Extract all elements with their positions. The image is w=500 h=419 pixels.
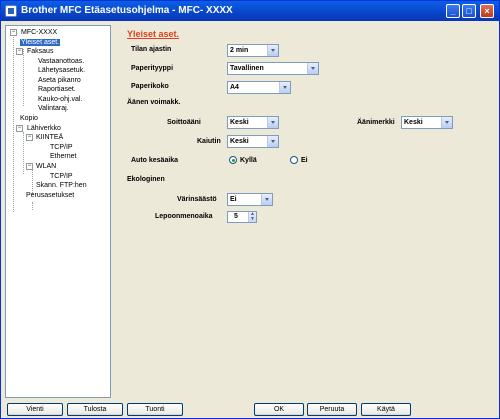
mode-timer-label: Tilan ajastin (131, 46, 172, 53)
paper-size-label: Paperikoko (131, 83, 169, 90)
tree-item-scan-to-ftp[interactable]: Skann. FTP:hen (36, 181, 87, 190)
tree-line (32, 202, 33, 210)
mode-timer-select[interactable]: 2 min (227, 44, 279, 57)
app-icon (5, 5, 17, 17)
collapse-icon[interactable]: − (26, 163, 33, 170)
tree-item-copy[interactable]: Kopio (20, 114, 38, 123)
ring-volume-select[interactable]: Keski (227, 116, 279, 129)
toner-save-select[interactable]: Ei (227, 193, 273, 206)
maximize-button[interactable]: □ (462, 4, 476, 18)
tree-item-report-setup[interactable]: Raportiaset. (38, 85, 76, 94)
sleep-time-label: Lepoonmenoaika (155, 213, 213, 220)
chevron-down-icon[interactable] (267, 117, 278, 128)
beeper-volume-label: Äänimerkki (357, 119, 395, 126)
chevron-down-icon[interactable] (307, 63, 318, 74)
export-button[interactable]: Vienti (7, 403, 63, 416)
tree-item-receive-setup[interactable]: Vastaanottoas. (38, 57, 84, 66)
tree-item-remote-options[interactable]: Kauko-ohj.val. (38, 95, 82, 104)
collapse-icon[interactable]: − (16, 48, 23, 55)
chevron-down-icon[interactable] (267, 136, 278, 147)
settings-panel: Yleiset aset. Tilan ajastin 2 min Paperi… (115, 25, 495, 398)
collapse-icon[interactable]: − (10, 29, 17, 36)
tree-item-wired-tcpip[interactable]: TCP/IP (50, 143, 73, 152)
tree-line (13, 35, 14, 212)
ring-volume-label: Soittoääni (167, 119, 201, 126)
import-button[interactable]: Tuonti (127, 403, 183, 416)
auto-dst-no-label[interactable]: Ei (301, 157, 308, 164)
toner-save-label: Värinsäästö (177, 196, 217, 203)
tree-item-initial-setup[interactable]: Perusasetukset (26, 191, 74, 200)
tree-line (23, 132, 24, 174)
speaker-volume-label: Kaiutin (197, 138, 221, 145)
tree-item-ethernet[interactable]: Ethernet (50, 152, 76, 161)
title-bar[interactable]: Brother MFC Etäasetusohjelma - MFC- XXXX… (1, 1, 499, 21)
ok-button[interactable]: OK (254, 403, 304, 416)
window-title: Brother MFC Etäasetusohjelma - MFC- XXXX (21, 5, 233, 16)
chevron-down-icon[interactable] (441, 117, 452, 128)
auto-dst-yes-radio[interactable] (229, 156, 237, 164)
minimize-button[interactable]: _ (446, 4, 460, 18)
tree-line (23, 49, 24, 106)
tree-item-speed-dial[interactable]: Aseta pikanro (38, 76, 81, 85)
auto-dst-yes-label[interactable]: Kyllä (240, 157, 257, 164)
sleep-time-stepper[interactable]: 5 ▲ ▼ (227, 211, 257, 223)
chevron-down-icon[interactable] (279, 82, 290, 93)
tree-item-general-setup[interactable]: Yleiset aset. (20, 38, 61, 47)
chevron-down-icon[interactable] (267, 45, 278, 56)
print-button[interactable]: Tulosta (67, 403, 123, 416)
paper-type-select[interactable]: Tavallinen (227, 62, 319, 75)
volume-heading: Äänen voimakk. (127, 99, 181, 106)
page-title: Yleiset aset. (127, 29, 180, 39)
tree-item-send-setup[interactable]: Lähetysasetuk. (38, 66, 85, 75)
auto-dst-label: Auto kesäaika (131, 157, 179, 164)
paper-type-label: Paperityyppi (131, 65, 174, 72)
collapse-icon[interactable]: − (26, 134, 33, 141)
beeper-volume-select[interactable]: Keski (401, 116, 453, 129)
auto-dst-no-radio[interactable] (290, 156, 298, 164)
speaker-volume-select[interactable]: Keski (227, 135, 279, 148)
chevron-down-icon[interactable] (261, 194, 272, 205)
ecology-heading: Ekologinen (127, 176, 165, 183)
app-window: Brother MFC Etäasetusohjelma - MFC- XXXX… (0, 0, 500, 419)
spin-arrows-icon[interactable]: ▲ ▼ (248, 212, 256, 222)
tree-item-dial-restriction[interactable]: Valintaraj. (38, 104, 69, 113)
cancel-button[interactable]: Peruuta (307, 403, 357, 416)
apply-button[interactable]: Käytä (361, 403, 411, 416)
paper-size-select[interactable]: A4 (227, 81, 291, 94)
collapse-icon[interactable]: − (16, 125, 23, 132)
close-button[interactable]: × (480, 4, 494, 18)
settings-tree[interactable]: − MFC-XXXX Yleiset aset. − Faksaus Vasta… (5, 25, 111, 398)
tree-item-wlan-tcpip[interactable]: TCP/IP (50, 172, 73, 181)
